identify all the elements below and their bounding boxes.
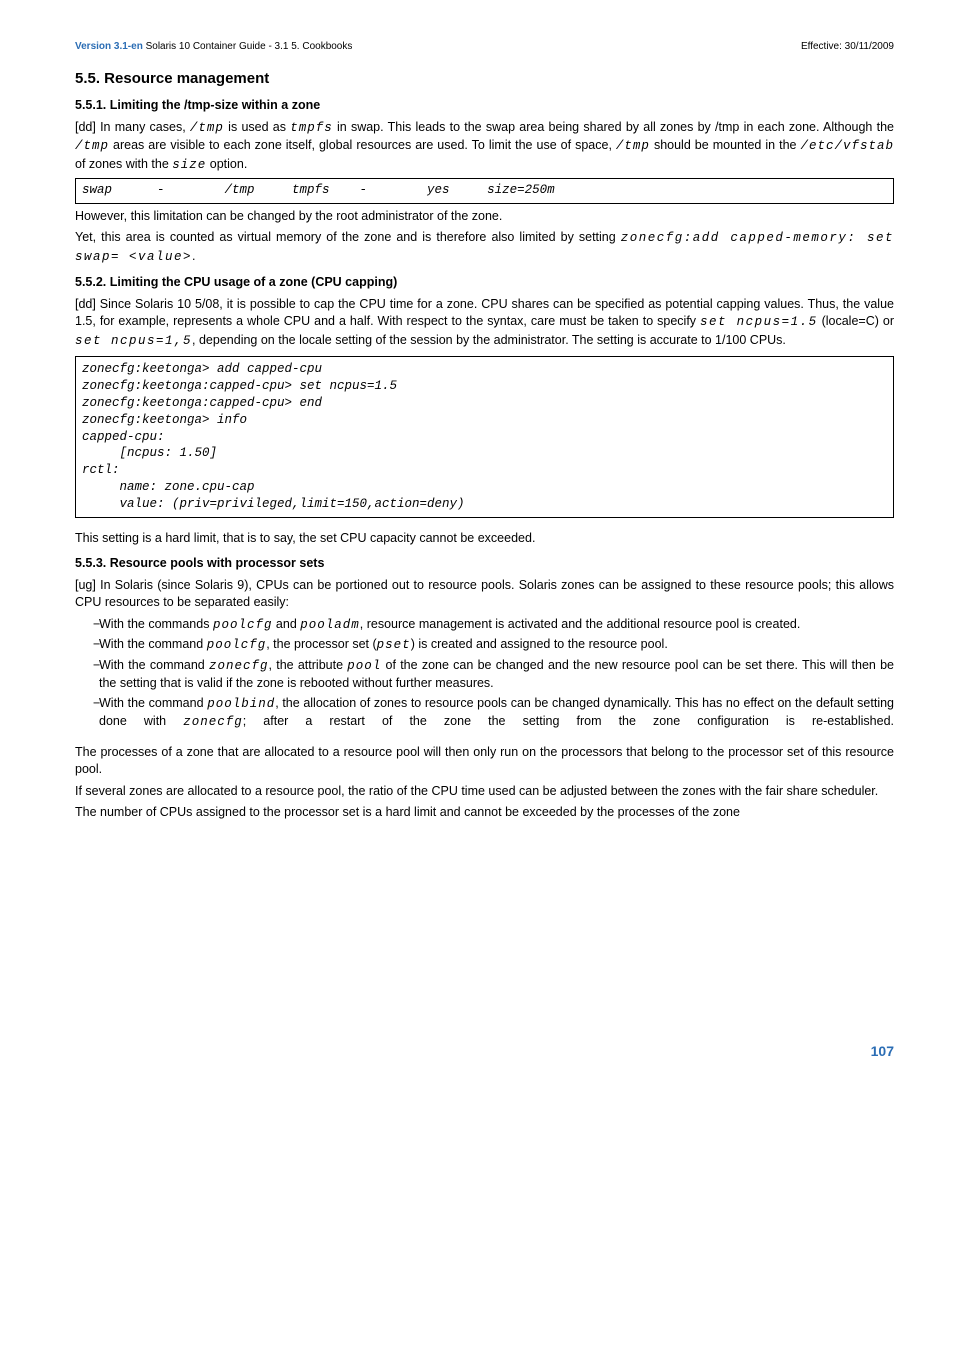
code-inline: zonecfg [183,715,243,729]
text: , depending on the locale setting of the… [192,333,786,347]
text: ; after a restart of the zone the settin… [243,714,894,728]
page-header: Version 3.1-en Solaris 10 Container Guid… [75,40,894,54]
code-inline: poolcfg [213,618,273,632]
text: areas are visible to each zone itself, g… [109,138,616,152]
s551-after: However, this limitation can be changed … [75,208,894,226]
code-inline: pooladm [300,618,360,632]
text: (locale=C) or [818,314,894,328]
code-inline: /tmp [190,121,224,135]
code-inline: zonecfg [209,659,269,673]
list-item: − With the command poolbind, the allocat… [75,695,894,732]
text: [dd] In many cases, [75,120,190,134]
list-text: With the command poolcfg, the processor … [99,636,894,655]
list-item: − With the command poolcfg, the processo… [75,636,894,655]
text: in swap. This leads to the swap area bei… [333,120,894,134]
bullet-dash: − [75,636,99,655]
code-block-zonecfg: zonecfg:keetonga> add capped-cpu zonecfg… [75,356,894,518]
text: and [272,617,300,631]
text: With the command [99,696,207,710]
text: , resource management is activated and t… [360,617,801,631]
list-text: With the command zonecfg, the attribute … [99,657,894,693]
subsection-552-title: 5.5.2. Limiting the CPU usage of a zone … [75,274,894,292]
bullet-dash: − [75,695,99,732]
header-date: Effective: 30/11/2009 [801,40,894,54]
list-item: − With the command zonecfg, the attribut… [75,657,894,693]
code-inline: set ncpus=1,5 [75,334,192,348]
text: With the command [99,658,209,672]
s552-after: This setting is a hard limit, that is to… [75,530,894,548]
code-inline: poolcfg [207,638,267,652]
code-box-swap: swap - /tmp tmpfs - yes size=250m [75,178,894,204]
code-inline: pset [377,638,411,652]
text: Yet, this area is counted as virtual mem… [75,230,621,244]
s551-p1: [dd] In many cases, /tmp is used as tmpf… [75,119,894,175]
header-left: Version 3.1-en Solaris 10 Container Guid… [75,40,352,54]
code-inline: /tmp [75,139,109,153]
code-inline: pool [347,659,381,673]
text: of zones with the [75,157,172,171]
code-inline: tmpfs [290,121,333,135]
page-number: 107 [75,1042,894,1062]
text: is used as [224,120,290,134]
code-inline: /etc/vfstab [800,139,894,153]
text: With the commands [99,617,213,631]
s552-p1: [dd] Since Solaris 10 5/08, it is possib… [75,296,894,351]
text: should be mounted in the [650,138,801,152]
subsection-553-title: 5.5.3. Resource pools with processor set… [75,555,894,573]
text: option. [206,157,247,171]
subsection-551-title: 5.5.1. Limiting the /tmp-size within a z… [75,97,894,115]
list-text: With the commands poolcfg and pooladm, r… [99,616,894,635]
code-inline: poolbind [207,697,275,711]
header-rest: Solaris 10 Container Guide - 3.1 5. Cook… [143,41,353,52]
code-inline: size [172,158,206,172]
s553-p2: The processes of a zone that are allocat… [75,744,894,779]
list-item: − With the commands poolcfg and pooladm,… [75,616,894,635]
header-version: Version 3.1-en [75,41,143,52]
section-heading: 5.5. Resource management [75,68,894,89]
s553-p3: If several zones are allocated to a reso… [75,783,894,801]
list-text: With the command poolbind, the allocatio… [99,695,894,732]
text: , the attribute [269,658,348,672]
s551-p2: Yet, this area is counted as virtual mem… [75,229,894,266]
code-inline: set ncpus=1.5 [700,315,818,329]
bullet-dash: − [75,616,99,635]
text: With the command [99,637,207,651]
s553-intro: [ug] In Solaris (since Solaris 9), CPUs … [75,577,894,612]
code-inline: /tmp [616,139,650,153]
text: ) is created and assigned to the resourc… [411,637,668,651]
text: , the processor set ( [266,637,376,651]
bullet-dash: − [75,657,99,693]
spacer [75,734,894,744]
s553-p4: The number of CPUs assigned to the proce… [75,804,894,822]
text: . [192,249,195,263]
